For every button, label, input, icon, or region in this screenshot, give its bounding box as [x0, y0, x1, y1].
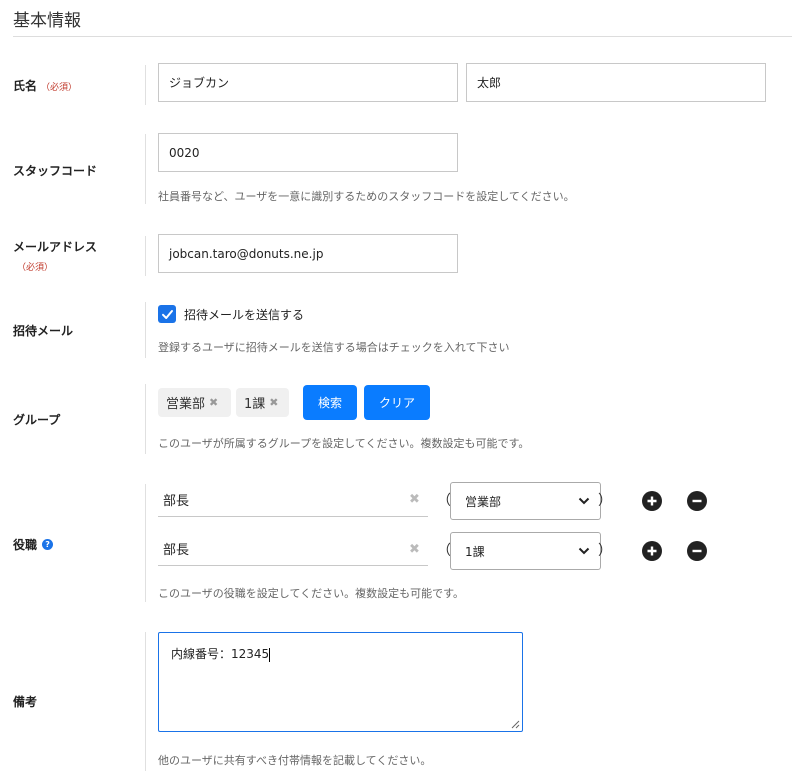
notes-divider: [145, 632, 146, 771]
position-group-select-value: 営業部: [465, 494, 502, 509]
section-divider: [13, 36, 792, 37]
name-label: 氏名 （必須）: [13, 77, 77, 94]
paren-open: （: [437, 493, 451, 509]
name-label-text: 氏名: [13, 79, 38, 93]
staff-code-label: スタッフコード: [13, 164, 98, 178]
position-group-select[interactable]: 1課: [450, 532, 601, 570]
paren-close: ）: [598, 493, 612, 509]
first-name-input[interactable]: 太郎: [466, 63, 766, 102]
email-label: メールアドレス: [13, 240, 98, 254]
group-chip: 営業部 ✖: [158, 388, 231, 417]
group-chip-label: 営業部: [166, 397, 206, 412]
group-chip: 1課 ✖: [236, 388, 289, 417]
group-clear-button[interactable]: クリア: [364, 385, 430, 420]
section-title: 基本情報: [13, 11, 81, 31]
staff-code-divider: [145, 134, 146, 204]
last-name-input[interactable]: ジョブカン: [158, 63, 458, 102]
name-required-badge: （必須）: [41, 83, 78, 93]
plus-icon: [647, 496, 657, 506]
clear-icon[interactable]: ✖: [409, 492, 420, 507]
position-group-select[interactable]: 営業部: [450, 482, 601, 520]
email-required-badge: （必須）: [17, 263, 54, 273]
remove-position-button[interactable]: [687, 541, 707, 561]
name-divider: [145, 65, 146, 105]
staff-code-input[interactable]: 0020: [158, 133, 458, 172]
paren-close: ）: [598, 543, 612, 559]
notes-label: 備考: [13, 695, 38, 709]
group-divider: [145, 384, 146, 454]
remove-position-button[interactable]: [687, 491, 707, 511]
notes-textarea[interactable]: 内線番号：12345: [158, 632, 523, 732]
staff-code-help: 社員番号など、ユーザを一意に識別するためのスタッフコードを設定してください。: [158, 190, 575, 203]
text-cursor: [269, 647, 271, 662]
clear-icon[interactable]: ✖: [409, 542, 420, 557]
plus-icon: [647, 546, 657, 556]
position-title-input[interactable]: 部長: [158, 483, 428, 517]
invite-label: 招待メール: [13, 324, 74, 338]
email-divider: [145, 236, 146, 276]
chip-remove-icon[interactable]: ✖: [209, 396, 218, 409]
add-position-button[interactable]: [642, 541, 662, 561]
position-group-select-value: 1課: [465, 544, 485, 559]
paren-open: （: [437, 543, 451, 559]
invite-checkbox-label[interactable]: 招待メールを送信する: [184, 306, 304, 323]
invite-help: 登録するユーザに招待メールを送信する場合はチェックを入れて下さい: [158, 341, 510, 354]
help-circle-icon[interactable]: ?: [42, 539, 54, 550]
position-label: 役職 ?: [13, 536, 54, 553]
group-chip-label: 1課: [244, 397, 266, 412]
position-title-input[interactable]: 部長: [158, 532, 428, 566]
position-label-text: 役職: [13, 538, 38, 552]
minus-icon: [692, 549, 702, 553]
minus-icon: [692, 499, 702, 503]
chevron-down-icon: [578, 547, 590, 555]
check-icon: [161, 309, 173, 319]
position-divider: [145, 484, 146, 602]
invite-checkbox[interactable]: [158, 305, 176, 323]
email-input[interactable]: jobcan.taro@donuts.ne.jp: [158, 234, 458, 273]
group-label: グループ: [13, 413, 61, 427]
group-help: このユーザが所属するグループを設定してください。複数設定も可能です。: [158, 437, 530, 450]
notes-help: 他のユーザに共有すべき付帯情報を記載してください。: [158, 754, 432, 767]
add-position-button[interactable]: [642, 491, 662, 511]
resize-handle-icon[interactable]: [510, 719, 520, 729]
position-help: このユーザの役職を設定してください。複数設定も可能です。: [158, 587, 465, 600]
group-search-button[interactable]: 検索: [303, 385, 357, 420]
notes-value: 内線番号：12345: [171, 647, 270, 661]
invite-divider: [145, 302, 146, 358]
chip-remove-icon[interactable]: ✖: [269, 396, 278, 409]
chevron-down-icon: [578, 497, 590, 505]
